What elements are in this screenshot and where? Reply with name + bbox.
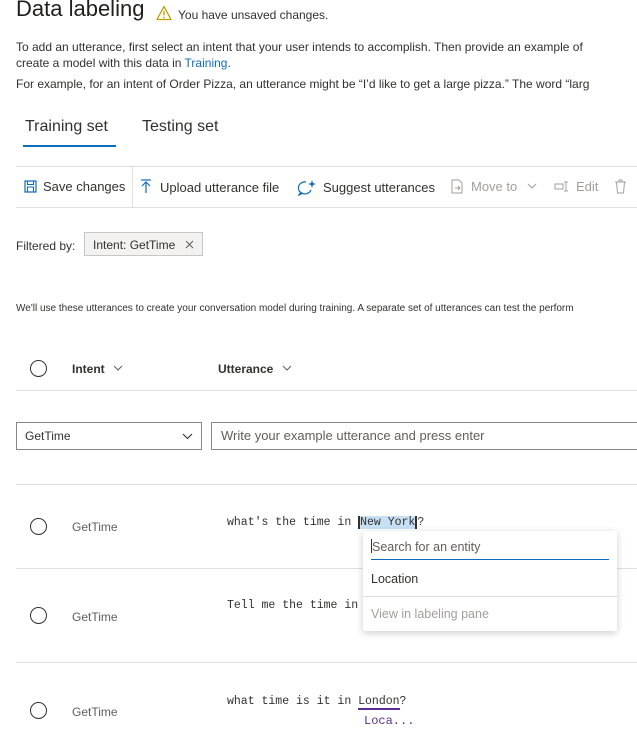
- info-text: We'll use these utterances to create you…: [16, 303, 574, 314]
- entity-search-placeholder: Search for an entity: [372, 540, 481, 554]
- description-period: .: [227, 56, 231, 70]
- header-divider: [16, 390, 637, 391]
- chevron-down-icon: [527, 183, 537, 189]
- toolbar-bottom-divider: [16, 207, 637, 208]
- select-all-checkbox[interactable]: [30, 360, 47, 377]
- row-divider: [16, 662, 637, 663]
- row-utterance[interactable]: what time is it in London?: [227, 695, 407, 710]
- description-text: create a model with this data in: [16, 56, 185, 70]
- upload-label: Upload utterance file: [160, 180, 280, 195]
- row-intent: GetTime: [72, 610, 118, 624]
- row-intent: GetTime: [72, 705, 118, 719]
- save-changes-button[interactable]: Save changes: [24, 179, 125, 194]
- toolbar-divider: [132, 167, 133, 207]
- rename-icon: [554, 181, 568, 192]
- utterance-text: ?: [417, 516, 425, 529]
- popup-divider: [363, 596, 617, 597]
- row-select-checkbox[interactable]: [30, 702, 47, 719]
- save-changes-label: Save changes: [43, 179, 126, 194]
- entity-search-input[interactable]: Search for an entity: [371, 537, 609, 560]
- utterance-column-label: Utterance: [218, 362, 274, 376]
- row-utterance[interactable]: Tell me the time in: [227, 599, 358, 612]
- filter-pill-text: Intent: GetTime: [93, 238, 176, 252]
- intent-column-label: Intent: [72, 362, 105, 376]
- move-to-button[interactable]: Move to: [451, 179, 537, 194]
- chevron-down-icon: [182, 433, 193, 440]
- chat-sparkle-icon: [297, 180, 316, 196]
- save-icon: [24, 180, 37, 193]
- description-line-3: For example, for an intent of Order Pizz…: [16, 77, 590, 91]
- description-line-2: create a model with this data in Trainin…: [16, 56, 231, 70]
- warning-icon: [156, 5, 172, 21]
- row-intent: GetTime: [72, 520, 118, 534]
- page-title: Data labeling: [16, 0, 145, 21]
- upload-utterance-file-button[interactable]: Upload utterance file: [140, 179, 279, 195]
- suggest-label: Suggest utterances: [323, 180, 436, 195]
- move-to-label: Move to: [471, 179, 518, 194]
- chevron-down-icon: [113, 365, 123, 371]
- active-tab-indicator: [23, 145, 116, 147]
- tab-training-set[interactable]: Training set: [25, 118, 108, 136]
- utterance-text: ?: [399, 695, 407, 708]
- upload-icon: [141, 179, 151, 193]
- row-select-checkbox[interactable]: [30, 607, 47, 624]
- row-select-checkbox[interactable]: [30, 518, 47, 535]
- toolbar-top-divider: [16, 166, 637, 167]
- utterance-text: what's the time in: [227, 516, 359, 529]
- chevron-down-icon: [282, 365, 292, 371]
- suggest-utterances-button[interactable]: Suggest utterances: [297, 179, 435, 196]
- delete-icon[interactable]: [614, 179, 627, 194]
- filter-pill[interactable]: Intent: GetTime: [84, 232, 203, 256]
- intent-select[interactable]: GetTime: [16, 422, 202, 450]
- entity-label[interactable]: Loca...: [364, 714, 414, 728]
- column-header-intent[interactable]: Intent: [72, 362, 123, 376]
- row-utterance[interactable]: what's the time in New York?: [227, 516, 424, 529]
- entity-picker-popup: Search for an entity Location View in la…: [363, 531, 617, 631]
- utterance-input[interactable]: Write your example utterance and press e…: [211, 422, 637, 450]
- view-in-labeling-pane-link[interactable]: View in labeling pane: [371, 607, 489, 621]
- row-divider: [16, 484, 637, 485]
- training-link[interactable]: Training: [185, 56, 228, 70]
- filtered-by-label: Filtered by:: [16, 239, 76, 253]
- utterance-text: Tell me the time in: [227, 599, 359, 612]
- edit-label: Edit: [576, 179, 599, 194]
- tab-testing-set[interactable]: Testing set: [142, 118, 218, 136]
- edit-button[interactable]: Edit: [554, 179, 598, 194]
- document-move-icon: [451, 179, 463, 194]
- unsaved-changes-text: You have unsaved changes.: [178, 8, 329, 22]
- utterance-text: what time is it in: [227, 695, 359, 708]
- entity-selection[interactable]: New York: [358, 516, 418, 529]
- entity-option-location[interactable]: Location: [371, 572, 418, 586]
- close-icon[interactable]: [185, 240, 194, 249]
- column-header-utterance[interactable]: Utterance: [218, 362, 292, 376]
- description-line-1: To add an utterance, first select an int…: [16, 40, 583, 54]
- intent-select-value: GetTime: [25, 429, 71, 443]
- labeled-entity[interactable]: London: [358, 695, 400, 710]
